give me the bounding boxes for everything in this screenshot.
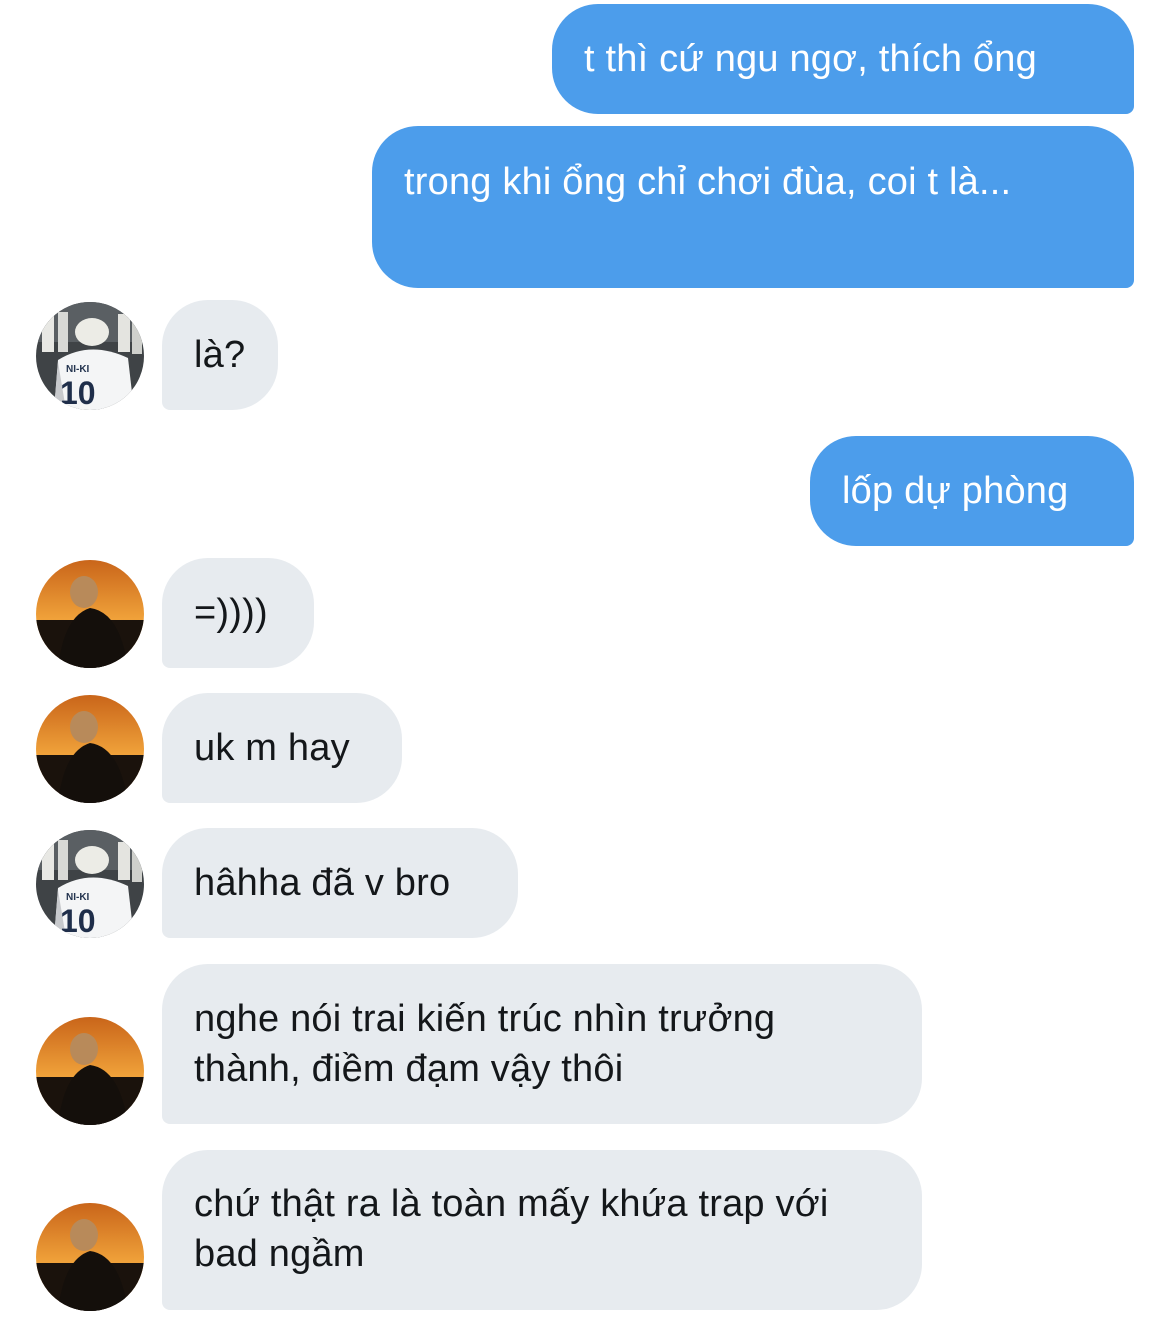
sunset-avatar[interactable] xyxy=(36,1017,144,1125)
sent-message-bubble[interactable]: trong khi ổng chỉ chơi đùa, coi t là... xyxy=(372,126,1134,288)
received-message-bubble[interactable]: uk m hay xyxy=(162,693,402,803)
sunset-avatar[interactable] xyxy=(36,695,144,803)
message-text: lốp dự phòng xyxy=(842,470,1069,512)
sent-message-bubble[interactable]: lốp dự phòng xyxy=(810,436,1134,546)
jersey-name: NI-KI xyxy=(66,892,90,903)
message-text: hâhha đã v bro xyxy=(194,862,451,904)
received-message-bubble[interactable]: hâhha đã v bro xyxy=(162,828,518,938)
jersey-name: NI-KI xyxy=(66,364,90,375)
received-message-bubble[interactable]: nghe nói trai kiến trúc nhìn trưởng thàn… xyxy=(162,964,922,1124)
received-message-bubble[interactable]: là? xyxy=(162,300,278,410)
jersey-avatar[interactable]: NI-KI 10 xyxy=(36,302,144,410)
jersey-number: 10 xyxy=(60,903,96,938)
sunset-avatar[interactable] xyxy=(36,1203,144,1311)
message-text: là? xyxy=(194,334,246,376)
jersey-avatar[interactable]: NI-KI 10 xyxy=(36,830,144,938)
message-text: chứ thật ra là toàn mấy khứa trap với ba… xyxy=(194,1183,829,1275)
sent-message-bubble[interactable]: t thì cứ ngu ngơ, thích ổng xyxy=(552,4,1134,114)
sunset-avatar[interactable] xyxy=(36,560,144,668)
message-text: =)))) xyxy=(194,592,268,634)
message-text: t thì cứ ngu ngơ, thích ổng xyxy=(584,38,1037,80)
jersey-number: 10 xyxy=(60,375,96,410)
message-text: trong khi ổng chỉ chơi đùa, coi t là... xyxy=(404,161,1012,203)
received-message-bubble[interactable]: chứ thật ra là toàn mấy khứa trap với ba… xyxy=(162,1150,922,1310)
message-text: uk m hay xyxy=(194,727,350,769)
message-text: nghe nói trai kiến trúc nhìn trưởng thàn… xyxy=(194,998,776,1090)
received-message-bubble[interactable]: =)))) xyxy=(162,558,314,668)
